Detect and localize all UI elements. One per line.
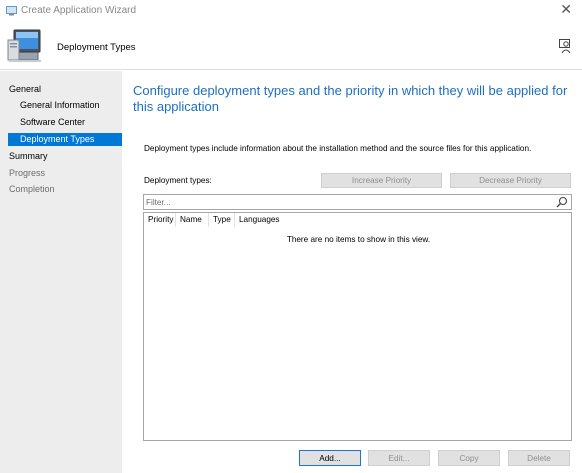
- window-title: Create Application Wizard: [21, 5, 137, 16]
- computer-wizard-icon: [7, 29, 41, 62]
- list-column-headers: Priority Name Type Languages: [144, 213, 571, 227]
- edit-button[interactable]: Edit...: [368, 450, 430, 466]
- deployment-types-label: Deployment types:: [144, 176, 212, 185]
- sidebar-item-progress: Progress: [9, 168, 46, 178]
- empty-list-message: There are no items to show in this view.: [286, 235, 431, 244]
- decrease-priority-button[interactable]: Decrease Priority: [450, 173, 571, 188]
- column-header-languages[interactable]: Languages: [235, 213, 285, 227]
- wizard-header: Deployment Types: [0, 22, 582, 70]
- column-header-type[interactable]: Type: [209, 213, 235, 227]
- column-header-priority[interactable]: Priority: [144, 213, 176, 227]
- copy-button[interactable]: Copy: [438, 450, 500, 466]
- page-title: Deployment Types: [57, 42, 136, 53]
- sidebar-item-deployment-types[interactable]: Deployment Types: [8, 133, 122, 146]
- sidebar-item-completion: Completion: [9, 184, 55, 194]
- help-person-icon[interactable]: [558, 38, 574, 54]
- window-title-bar: Create Application Wizard ✕: [0, 0, 582, 22]
- add-button[interactable]: Add...: [299, 450, 361, 466]
- column-header-name[interactable]: Name: [176, 213, 209, 227]
- sidebar-item-general-information[interactable]: General Information: [20, 99, 100, 112]
- wizard-steps-sidebar: General General Information Software Cen…: [0, 71, 122, 473]
- increase-priority-button[interactable]: Increase Priority: [321, 173, 442, 188]
- main-content: Configure deployment types and the prior…: [122, 71, 582, 473]
- search-icon[interactable]: [556, 196, 568, 208]
- filter-input[interactable]: [146, 196, 551, 208]
- app-window-icon: [6, 6, 17, 16]
- section-title: Configure deployment types and the prior…: [133, 83, 568, 114]
- close-icon[interactable]: ✕: [560, 2, 572, 18]
- delete-button[interactable]: Delete: [508, 450, 570, 466]
- sidebar-item-software-center[interactable]: Software Center: [20, 116, 85, 129]
- deployment-types-list[interactable]: Priority Name Type Languages There are n…: [143, 212, 572, 441]
- sidebar-item-summary[interactable]: Summary: [9, 150, 48, 163]
- filter-box: [143, 194, 572, 210]
- section-description: Deployment types include information abo…: [144, 144, 532, 153]
- sidebar-item-general[interactable]: General: [9, 83, 41, 96]
